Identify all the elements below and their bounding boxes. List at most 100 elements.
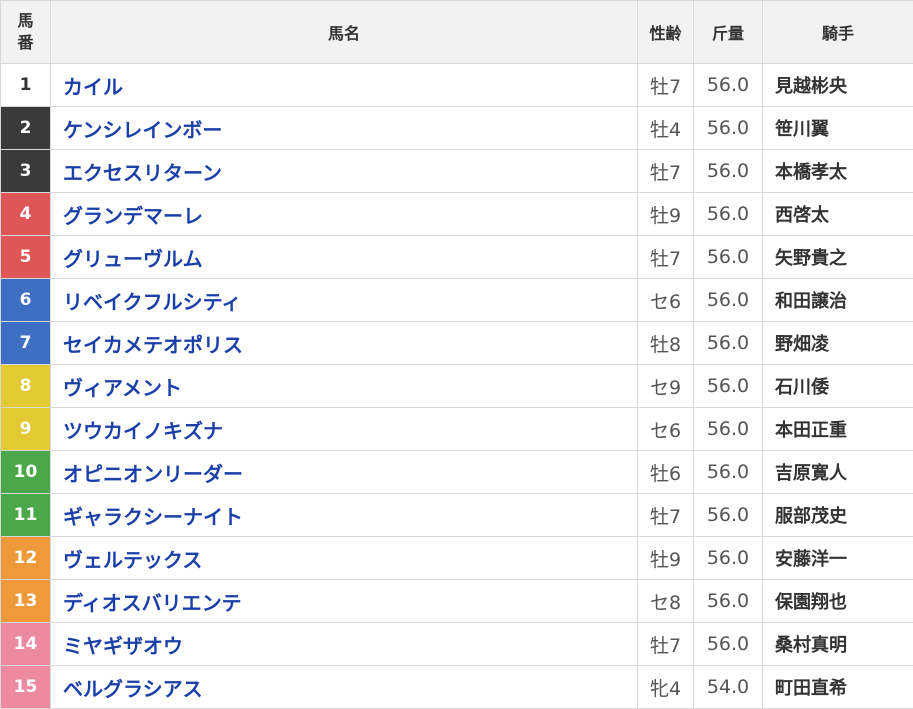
header-sex-age: 性齢 bbox=[638, 1, 694, 64]
jockey-cell: 本橋孝太 bbox=[763, 150, 913, 193]
weight-cell: 56.0 bbox=[694, 365, 763, 408]
horse-number-cell: 11 bbox=[1, 494, 51, 537]
jockey-cell: 服部茂史 bbox=[763, 494, 913, 537]
sex-age-cell: 牡7 bbox=[638, 236, 694, 279]
table-row: 1カイル牡756.0見越彬央 bbox=[1, 64, 913, 107]
header-jockey: 騎手 bbox=[763, 1, 913, 64]
weight-cell: 56.0 bbox=[694, 64, 763, 107]
horse-number-cell: 8 bbox=[1, 365, 51, 408]
table-row: 10オピニオンリーダー牡656.0吉原寛人 bbox=[1, 451, 913, 494]
weight-cell: 56.0 bbox=[694, 623, 763, 666]
sex-age-cell: セ6 bbox=[638, 279, 694, 322]
horse-number-cell: 9 bbox=[1, 408, 51, 451]
jockey-cell: 矢野貴之 bbox=[763, 236, 913, 279]
weight-cell: 56.0 bbox=[694, 408, 763, 451]
horse-number-cell: 5 bbox=[1, 236, 51, 279]
horse-name-link[interactable]: ギャラクシーナイト bbox=[51, 494, 638, 537]
horse-number-cell: 14 bbox=[1, 623, 51, 666]
horse-name-link[interactable]: ベルグラシアス bbox=[51, 666, 638, 709]
sex-age-cell: 牡9 bbox=[638, 193, 694, 236]
horse-number-cell: 13 bbox=[1, 580, 51, 623]
horse-number-cell: 10 bbox=[1, 451, 51, 494]
sex-age-cell: 牡6 bbox=[638, 451, 694, 494]
header-horse-number-line1: 馬 bbox=[1, 10, 50, 32]
weight-cell: 56.0 bbox=[694, 451, 763, 494]
table-row: 14ミヤギザオウ牡756.0桑村真明 bbox=[1, 623, 913, 666]
jockey-cell: 吉原寛人 bbox=[763, 451, 913, 494]
horse-name-link[interactable]: セイカメテオポリス bbox=[51, 322, 638, 365]
sex-age-cell: セ6 bbox=[638, 408, 694, 451]
table-row: 4グランデマーレ牡956.0西啓太 bbox=[1, 193, 913, 236]
jockey-cell: 保園翔也 bbox=[763, 580, 913, 623]
weight-cell: 56.0 bbox=[694, 236, 763, 279]
horse-name-link[interactable]: グランデマーレ bbox=[51, 193, 638, 236]
horse-number-cell: 6 bbox=[1, 279, 51, 322]
table-row: 12ヴェルテックス牡956.0安藤洋一 bbox=[1, 537, 913, 580]
sex-age-cell: 牡8 bbox=[638, 322, 694, 365]
weight-cell: 56.0 bbox=[694, 193, 763, 236]
horse-name-link[interactable]: リベイクフルシティ bbox=[51, 279, 638, 322]
weight-cell: 56.0 bbox=[694, 279, 763, 322]
table-row: 8ヴィアメントセ956.0石川倭 bbox=[1, 365, 913, 408]
header-horse-name: 馬名 bbox=[51, 1, 638, 64]
sex-age-cell: 牡9 bbox=[638, 537, 694, 580]
horse-number-cell: 7 bbox=[1, 322, 51, 365]
table-row: 13ディオスバリエンテセ856.0保園翔也 bbox=[1, 580, 913, 623]
race-entry-table: 馬 番 馬名 性齢 斤量 騎手 1カイル牡756.0見越彬央2ケンシレインボー牡… bbox=[0, 0, 913, 709]
weight-cell: 56.0 bbox=[694, 537, 763, 580]
jockey-cell: 笹川翼 bbox=[763, 107, 913, 150]
jockey-cell: 見越彬央 bbox=[763, 64, 913, 107]
horse-name-link[interactable]: オピニオンリーダー bbox=[51, 451, 638, 494]
weight-cell: 56.0 bbox=[694, 580, 763, 623]
sex-age-cell: セ9 bbox=[638, 365, 694, 408]
horse-number-cell: 15 bbox=[1, 666, 51, 709]
weight-cell: 56.0 bbox=[694, 494, 763, 537]
jockey-cell: 和田譲治 bbox=[763, 279, 913, 322]
horse-number-cell: 3 bbox=[1, 150, 51, 193]
weight-cell: 56.0 bbox=[694, 322, 763, 365]
jockey-cell: 桑村真明 bbox=[763, 623, 913, 666]
horse-name-link[interactable]: カイル bbox=[51, 64, 638, 107]
horse-name-link[interactable]: ヴィアメント bbox=[51, 365, 638, 408]
table-row: 2ケンシレインボー牡456.0笹川翼 bbox=[1, 107, 913, 150]
table-row: 3エクセスリターン牡756.0本橋孝太 bbox=[1, 150, 913, 193]
horse-name-link[interactable]: ディオスバリエンテ bbox=[51, 580, 638, 623]
horse-name-link[interactable]: グリューヴルム bbox=[51, 236, 638, 279]
horse-number-cell: 2 bbox=[1, 107, 51, 150]
weight-cell: 56.0 bbox=[694, 107, 763, 150]
table-row: 11ギャラクシーナイト牡756.0服部茂史 bbox=[1, 494, 913, 537]
jockey-cell: 野畑凌 bbox=[763, 322, 913, 365]
table-row: 5グリューヴルム牡756.0矢野貴之 bbox=[1, 236, 913, 279]
header-weight: 斤量 bbox=[694, 1, 763, 64]
jockey-cell: 安藤洋一 bbox=[763, 537, 913, 580]
horse-number-cell: 4 bbox=[1, 193, 51, 236]
horse-name-link[interactable]: ミヤギザオウ bbox=[51, 623, 638, 666]
table-header: 馬 番 馬名 性齢 斤量 騎手 bbox=[1, 1, 913, 64]
header-row: 馬 番 馬名 性齢 斤量 騎手 bbox=[1, 1, 913, 64]
horse-name-link[interactable]: ヴェルテックス bbox=[51, 537, 638, 580]
jockey-cell: 本田正重 bbox=[763, 408, 913, 451]
horse-name-link[interactable]: ツウカイノキズナ bbox=[51, 408, 638, 451]
sex-age-cell: 牡7 bbox=[638, 150, 694, 193]
weight-cell: 54.0 bbox=[694, 666, 763, 709]
jockey-cell: 石川倭 bbox=[763, 365, 913, 408]
weight-cell: 56.0 bbox=[694, 150, 763, 193]
table-body: 1カイル牡756.0見越彬央2ケンシレインボー牡456.0笹川翼3エクセスリター… bbox=[1, 64, 913, 709]
horse-number-cell: 1 bbox=[1, 64, 51, 107]
horse-name-link[interactable]: エクセスリターン bbox=[51, 150, 638, 193]
jockey-cell: 西啓太 bbox=[763, 193, 913, 236]
sex-age-cell: 牡7 bbox=[638, 623, 694, 666]
sex-age-cell: 牡7 bbox=[638, 494, 694, 537]
table-row: 6リベイクフルシティセ656.0和田譲治 bbox=[1, 279, 913, 322]
sex-age-cell: 牝4 bbox=[638, 666, 694, 709]
sex-age-cell: セ8 bbox=[638, 580, 694, 623]
table-row: 7セイカメテオポリス牡856.0野畑凌 bbox=[1, 322, 913, 365]
sex-age-cell: 牡4 bbox=[638, 107, 694, 150]
header-horse-number-line2: 番 bbox=[1, 32, 50, 54]
sex-age-cell: 牡7 bbox=[638, 64, 694, 107]
horse-name-link[interactable]: ケンシレインボー bbox=[51, 107, 638, 150]
horse-number-cell: 12 bbox=[1, 537, 51, 580]
header-horse-number: 馬 番 bbox=[1, 1, 51, 64]
table-row: 9ツウカイノキズナセ656.0本田正重 bbox=[1, 408, 913, 451]
jockey-cell: 町田直希 bbox=[763, 666, 913, 709]
